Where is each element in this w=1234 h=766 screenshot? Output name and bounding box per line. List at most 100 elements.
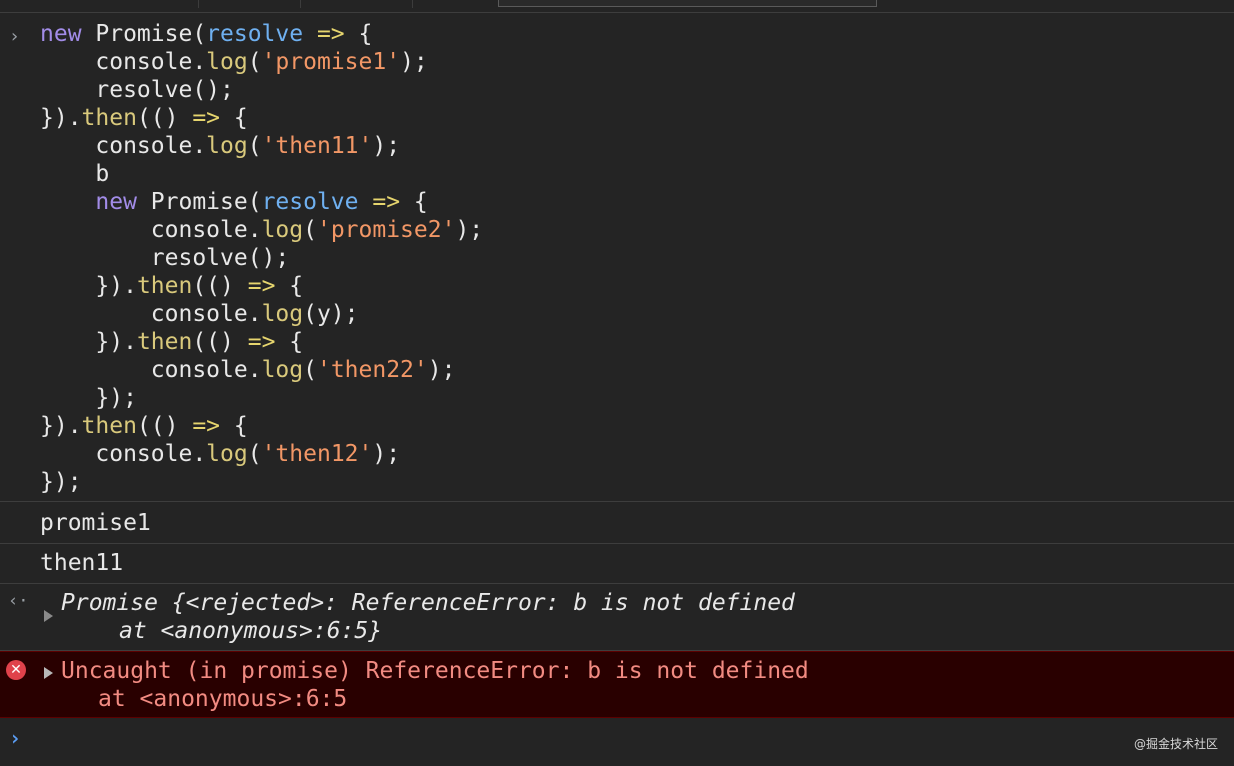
code-token: }). [40,105,82,131]
log-text: promise1 [40,510,151,536]
code-token: ); [455,217,484,243]
code-line: }).then(() => { [40,413,248,439]
console-toolbar [0,0,1234,13]
code-token: (y); [303,301,359,327]
code-token: => [192,105,221,131]
code-token: => [192,413,221,439]
code-token: resolve(); [40,77,234,103]
code-token: then [136,273,193,299]
error-message[interactable]: Uncaught (in promise) ReferenceError: b … [61,657,809,685]
code-token: => [247,329,276,355]
code-token: then [81,105,137,131]
toolbar-divider [412,0,413,8]
code-line: }); [40,385,137,411]
filter-input[interactable] [498,0,877,7]
result-value[interactable]: Promise {<rejected>: ReferenceError: b i… [61,589,795,617]
code-line: new Promise(resolve => { [40,21,372,47]
code-token: new [40,21,82,47]
error-entry: ✕ Uncaught (in promise) ReferenceError: … [0,651,1234,718]
code-token: => [358,189,414,215]
code-token: Promise( [136,189,262,215]
expand-triangle-icon[interactable] [44,667,53,679]
code-token: b [40,161,110,187]
console-prompt: › [0,718,1234,766]
code-token: (() [192,329,248,355]
code-line: }); [40,469,82,495]
code-token: log [206,441,248,467]
code-line: console.log('promise1'); [40,49,428,75]
code-token: console. [40,301,262,327]
code-token: { [275,329,304,355]
code-token: 'then12' [261,441,373,467]
code-line: console.log('then12'); [40,441,400,467]
code-line: }).then(() => { [40,329,303,355]
code-token: console. [40,49,207,75]
code-token: 'promise2' [316,217,456,243]
code-token: }). [40,273,137,299]
code-token: Promise( [81,21,207,47]
code-token: ( [303,217,317,243]
code-token: console. [40,217,262,243]
code-token: ); [400,49,428,75]
code-token: ( [303,357,317,383]
log-text: then11 [40,550,124,576]
code-token: { [220,105,248,131]
code-token: log [206,49,248,75]
code-token: ); [372,133,401,159]
code-line: console.log('then11'); [40,133,400,159]
code-token: 'then22' [316,357,428,383]
console-input-field[interactable] [40,724,1094,754]
code-line: new Promise(resolve => { [40,189,428,215]
code-token: ); [427,357,456,383]
code-token: => [303,21,359,47]
code-token: then [81,413,137,439]
toolbar-divider [300,0,301,8]
code-block[interactable]: new Promise(resolve => { console.log('pr… [40,20,483,496]
code-token: }); [40,469,82,495]
code-token: log [261,301,304,327]
code-token: (() [136,105,193,131]
code-token: console. [40,357,262,383]
error-stack-link[interactable]: at <anonymous>:6:5 [98,685,347,713]
code-token: { [220,413,248,439]
code-line: }).then(() => { [40,273,303,299]
code-token: { [358,21,373,47]
result-entry: ‹· Promise {<rejected>: ReferenceError: … [0,584,1234,651]
code-token: console. [40,441,207,467]
code-token: then [136,329,193,355]
code-token: ( [247,49,262,75]
code-token: (() [136,413,193,439]
code-token: 'promise1' [261,49,401,75]
expand-triangle-icon[interactable] [44,610,53,622]
return-value-icon: ‹· [8,591,29,611]
code-token: log [261,357,304,383]
code-token: resolve [206,21,304,47]
code-token: { [413,189,428,215]
code-token: resolve(); [40,245,290,271]
code-line: resolve(); [40,77,234,103]
code-token: }). [40,329,137,355]
code-line: resolve(); [40,245,289,271]
code-token: => [247,273,276,299]
error-icon: ✕ [6,660,26,680]
code-token: (() [192,273,248,299]
code-line: }).then(() => { [40,105,248,131]
input-prompt-icon: › [9,26,20,47]
code-token: ); [372,441,401,467]
code-token: 'then11' [261,133,373,159]
code-line: console.log('then22'); [40,357,456,383]
code-token: console. [40,133,207,159]
code-token: resolve [261,189,359,215]
code-line: console.log('promise2'); [40,217,483,243]
code-line: b [40,161,109,187]
code-token: log [206,133,248,159]
code-token: log [261,217,304,243]
result-stack: at <anonymous>:6:5} [119,618,383,644]
prompt-caret-icon: › [9,726,22,750]
watermark: @掘金技术社区 [1133,737,1218,751]
log-message: promise1 [0,503,1234,544]
code-token: }); [40,385,137,411]
code-token: ( [247,441,262,467]
code-token: }). [40,413,82,439]
